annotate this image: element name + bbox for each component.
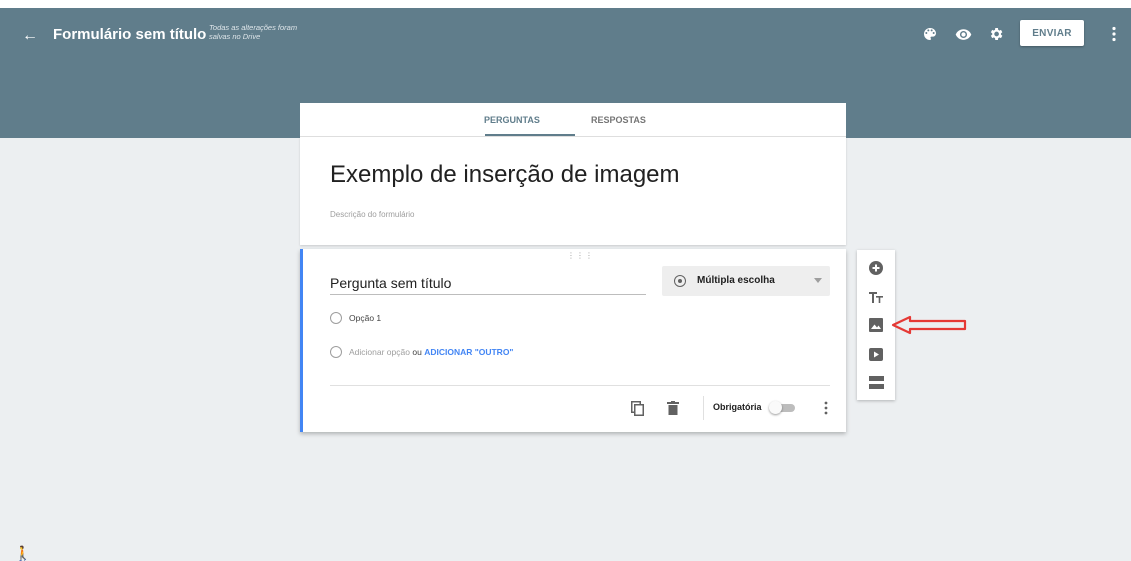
question-more-icon[interactable] — [822, 400, 830, 416]
form-description-field[interactable]: Descrição do formulário — [330, 210, 414, 219]
back-arrow-icon[interactable]: ← — [20, 26, 40, 46]
active-tab-indicator — [485, 134, 575, 136]
settings-gear-icon[interactable] — [986, 24, 1006, 44]
question-type-dropdown[interactable]: Múltipla escolha — [662, 266, 830, 296]
option-1-input[interactable]: Opção 1 — [349, 312, 381, 324]
form-heading[interactable]: Exemplo de inserção de imagem — [330, 161, 680, 189]
duplicate-icon[interactable] — [629, 399, 645, 417]
preview-eye-icon[interactable] — [953, 24, 973, 44]
delete-trash-icon[interactable] — [665, 399, 681, 417]
drag-handle-icon[interactable]: ⋮⋮⋮ — [567, 251, 594, 260]
required-toggle[interactable] — [769, 401, 797, 414]
tabs-bar: PERGUNTAS RESPOSTAS — [300, 103, 846, 137]
form-title-card: Exemplo de inserção de imagem Descrição … — [300, 137, 846, 245]
add-option-row: Adicionar opção ou ADICIONAR "OUTRO" — [349, 346, 513, 358]
footer-vertical-divider — [703, 396, 704, 420]
question-type-label: Múltipla escolha — [697, 275, 775, 286]
add-title-text-icon[interactable] — [866, 287, 886, 307]
question-card[interactable]: ⋮⋮⋮ Pergunta sem título Múltipla escolha… — [300, 249, 846, 432]
required-label: Obrigatória — [713, 402, 762, 412]
walking-person-icon: 🚶 — [14, 545, 32, 561]
add-option-or: ou — [412, 347, 422, 357]
browser-top-strip — [0, 0, 1131, 8]
add-question-icon[interactable] — [866, 258, 886, 278]
add-option-radio-icon — [330, 346, 342, 358]
radio-button-icon — [674, 275, 686, 287]
send-button[interactable]: ENVIAR — [1020, 20, 1084, 46]
question-title-input[interactable]: Pergunta sem título — [330, 275, 646, 295]
option-radio-icon — [330, 312, 342, 324]
add-other-link[interactable]: ADICIONAR "OUTRO" — [424, 347, 513, 357]
more-vert-icon[interactable] — [1104, 24, 1124, 44]
tab-questions[interactable]: PERGUNTAS — [484, 103, 540, 137]
add-option-link[interactable]: Adicionar opção — [349, 347, 410, 357]
red-arrow-annotation — [891, 315, 967, 335]
tab-responses[interactable]: RESPOSTAS — [591, 103, 646, 137]
save-status: Todas as alterações foram salvas no Driv… — [209, 23, 298, 41]
add-video-icon[interactable] — [866, 344, 886, 364]
palette-icon[interactable] — [920, 24, 940, 44]
form-title[interactable]: Formulário sem título — [53, 25, 206, 45]
add-image-icon[interactable] — [866, 315, 886, 335]
question-footer-divider — [330, 385, 830, 386]
add-section-icon[interactable] — [866, 372, 886, 392]
dropdown-caret-icon — [814, 278, 822, 283]
toggle-thumb — [769, 401, 782, 414]
